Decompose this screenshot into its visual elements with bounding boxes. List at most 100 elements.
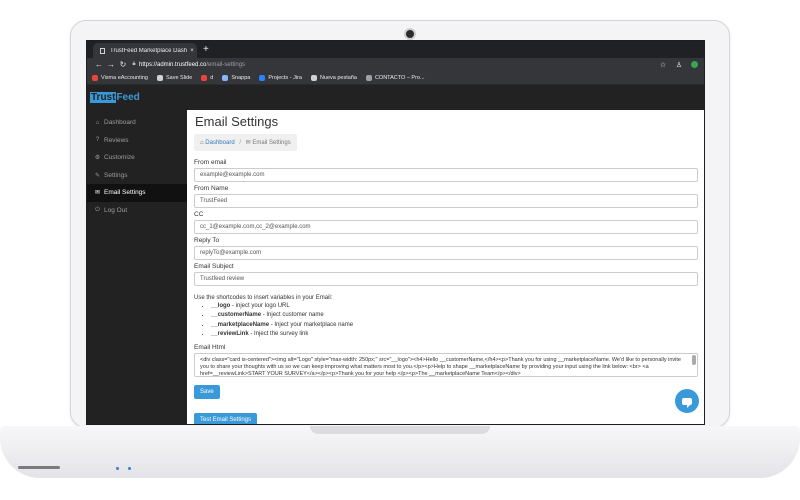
from-email-field[interactable]: example@example.com	[194, 168, 698, 182]
logo-part-1: Trust	[90, 92, 117, 103]
shortcode-item: __logo - inject your logo URL	[211, 302, 698, 311]
new-tab-button[interactable]: +	[203, 43, 209, 56]
chat-bubble-icon	[682, 397, 692, 408]
sidebar-item-reviews[interactable]: ? Reviews	[87, 132, 187, 150]
status-light	[116, 467, 119, 470]
url-field[interactable]: https://admin.trustfeed.co/email-setting…	[139, 62, 655, 68]
bookmark-label: Snappa	[231, 74, 251, 81]
top-navbar: TrustFeed	[87, 85, 704, 110]
bookmark-item[interactable]: Nueva pestaña	[310, 74, 357, 81]
bookmark-star-icon[interactable]: ☆	[655, 61, 671, 69]
shortcode-item: __reviewLink - Inject the survey link	[211, 330, 698, 339]
email-html-textarea[interactable]: <div class="card is-centered"><img alt="…	[194, 353, 698, 378]
cc-field[interactable]: cc_1@example.com,cc_2@example.com	[194, 220, 698, 234]
status-light	[128, 467, 131, 470]
laptop-hinge	[310, 426, 490, 434]
bookmark-label: Visma eAccounting	[101, 74, 148, 81]
sidebar-item-label: Settings	[104, 171, 128, 179]
bookmark-label: CONTACTO – Pro...	[374, 74, 425, 81]
shortcode-code: __reviewLink	[211, 330, 249, 337]
forward-icon[interactable]: →	[105, 60, 117, 69]
trustfeed-logo[interactable]: TrustFeed	[90, 92, 140, 103]
reply-to-field[interactable]: replyTo@example.com	[194, 246, 698, 260]
from-name-label: From Name	[194, 185, 229, 192]
email-subject-field[interactable]: Trustfeed review	[194, 272, 698, 286]
from-name-field[interactable]: TrustFeed	[194, 194, 698, 208]
browser-tab[interactable]: TrustFeed Marketplace Dashbo ×	[93, 43, 197, 58]
bookmark-item[interactable]: Projects - Jira	[259, 74, 302, 81]
shortcodes-help: Use the shortcodes to insert variables i…	[194, 295, 698, 339]
shortcode-item: __customerName - Inject customer name	[211, 311, 698, 320]
email-html-content: <div class="card is-centered"><img alt="…	[200, 357, 681, 378]
shortcode-desc: - Inject the survey link	[248, 330, 309, 337]
bookmark-label: Projects - Jira	[268, 74, 302, 81]
breadcrumb: ⌂ Dashboard / ✉ Email Settings	[194, 134, 297, 151]
sidebar-item-log-out[interactable]: ⏻ Log Out	[87, 202, 187, 220]
tab-title: TrustFeed Marketplace Dashbo	[110, 47, 187, 54]
shortcode-item: __marketplaceName - Inject your marketpl…	[211, 321, 698, 330]
save-button[interactable]: Save	[194, 385, 220, 400]
sidebar-item-label: Email Settings	[104, 189, 146, 197]
shortcode-code: __customerName	[211, 312, 262, 319]
breadcrumb-current: Email Settings	[252, 140, 291, 146]
app-container: TrustFeed ⌂ Dashboard ? Reviews ⚙ Customize…	[87, 85, 704, 424]
logo-part-2: Feed	[116, 92, 140, 103]
shortcode-list: __logo - inject your logo URL __customer…	[194, 302, 698, 339]
sidebar-item-dashboard[interactable]: ⌂ Dashboard	[87, 114, 187, 132]
bookmark-icon	[92, 74, 98, 81]
sidebar-item-settings[interactable]: ✎ Settings	[87, 167, 187, 185]
chat-widget-button[interactable]	[675, 389, 699, 413]
shortcode-desc: - inject your logo URL	[230, 303, 290, 309]
sidebar-item-customize[interactable]: ⚙ Customize	[87, 149, 187, 167]
test-email-settings-button[interactable]: Test Email Settings	[194, 413, 258, 424]
bookmark-icon	[259, 74, 266, 81]
breadcrumb-separator: /	[239, 140, 241, 146]
url-path: /email-settings	[206, 61, 246, 68]
bookmark-icon	[156, 74, 163, 81]
bookmark-label: d	[210, 74, 214, 81]
reload-icon[interactable]: ↻	[117, 60, 129, 69]
back-icon[interactable]: ←	[93, 60, 105, 69]
shortcode-desc: - Inject customer name	[261, 312, 324, 319]
bookmark-item[interactable]: Snappa	[222, 74, 251, 81]
question-icon: ?	[95, 137, 100, 144]
main-content: Email Settings ⌂ Dashboard / ✉ Email Set…	[187, 110, 704, 424]
shortcode-code: __logo	[211, 303, 231, 309]
bookmark-label: Nueva pestaña	[319, 74, 357, 81]
shortcodes-intro: Use the shortcodes to insert variables i…	[194, 295, 333, 301]
envelope-icon: ✉	[94, 190, 101, 197]
email-html-label: Email Html	[194, 344, 226, 352]
lock-icon: 🔒︎	[132, 61, 136, 67]
bookmark-item[interactable]: Save Slide	[156, 74, 193, 81]
bookmark-icon	[222, 74, 229, 81]
reply-to-label: Reply To	[194, 237, 220, 244]
sidebar-item-email-settings[interactable]: ✉ Email Settings	[87, 184, 187, 202]
bookmark-icon	[201, 74, 208, 81]
shortcode-code: __marketplaceName	[211, 321, 270, 328]
breadcrumb-dashboard-link[interactable]: Dashboard	[205, 140, 234, 146]
extension-icon[interactable]: ♙	[671, 61, 687, 69]
textarea-scrollbar[interactable]	[692, 355, 696, 366]
address-bar: ← → ↻ 🔒︎ https://admin.trustfeed.co/emai…	[87, 58, 704, 71]
email-subject-label: Email Subject	[194, 263, 234, 270]
bookmark-icon	[310, 74, 317, 81]
page-icon	[100, 47, 105, 54]
sidebar-item-label: Reviews	[104, 136, 129, 144]
bookmarks-bar: Visma eAccounting Save Slide d Snappa Pr…	[87, 71, 704, 85]
bookmark-item[interactable]: CONTACTO – Pro...	[365, 74, 425, 81]
bookmark-label: Save Slide	[165, 74, 193, 81]
bookmark-item[interactable]: Visma eAccounting	[92, 74, 148, 81]
bookmark-icon	[365, 74, 372, 81]
dashboard-icon: ⌂	[95, 119, 100, 126]
power-icon: ⏻	[95, 206, 100, 213]
sidebar-item-label: Customize	[104, 154, 135, 162]
sd-card-slot	[18, 466, 60, 469]
bookmark-item[interactable]: d	[201, 74, 214, 81]
profile-avatar[interactable]	[691, 61, 698, 68]
webcam-icon	[404, 28, 416, 40]
sidebar-item-label: Log Out	[104, 206, 128, 214]
tab-strip: TrustFeed Marketplace Dashbo × +	[87, 41, 704, 58]
close-tab-icon[interactable]: ×	[187, 48, 197, 54]
page-title: Email Settings	[195, 114, 279, 129]
sliders-icon: ⚙	[94, 155, 101, 162]
